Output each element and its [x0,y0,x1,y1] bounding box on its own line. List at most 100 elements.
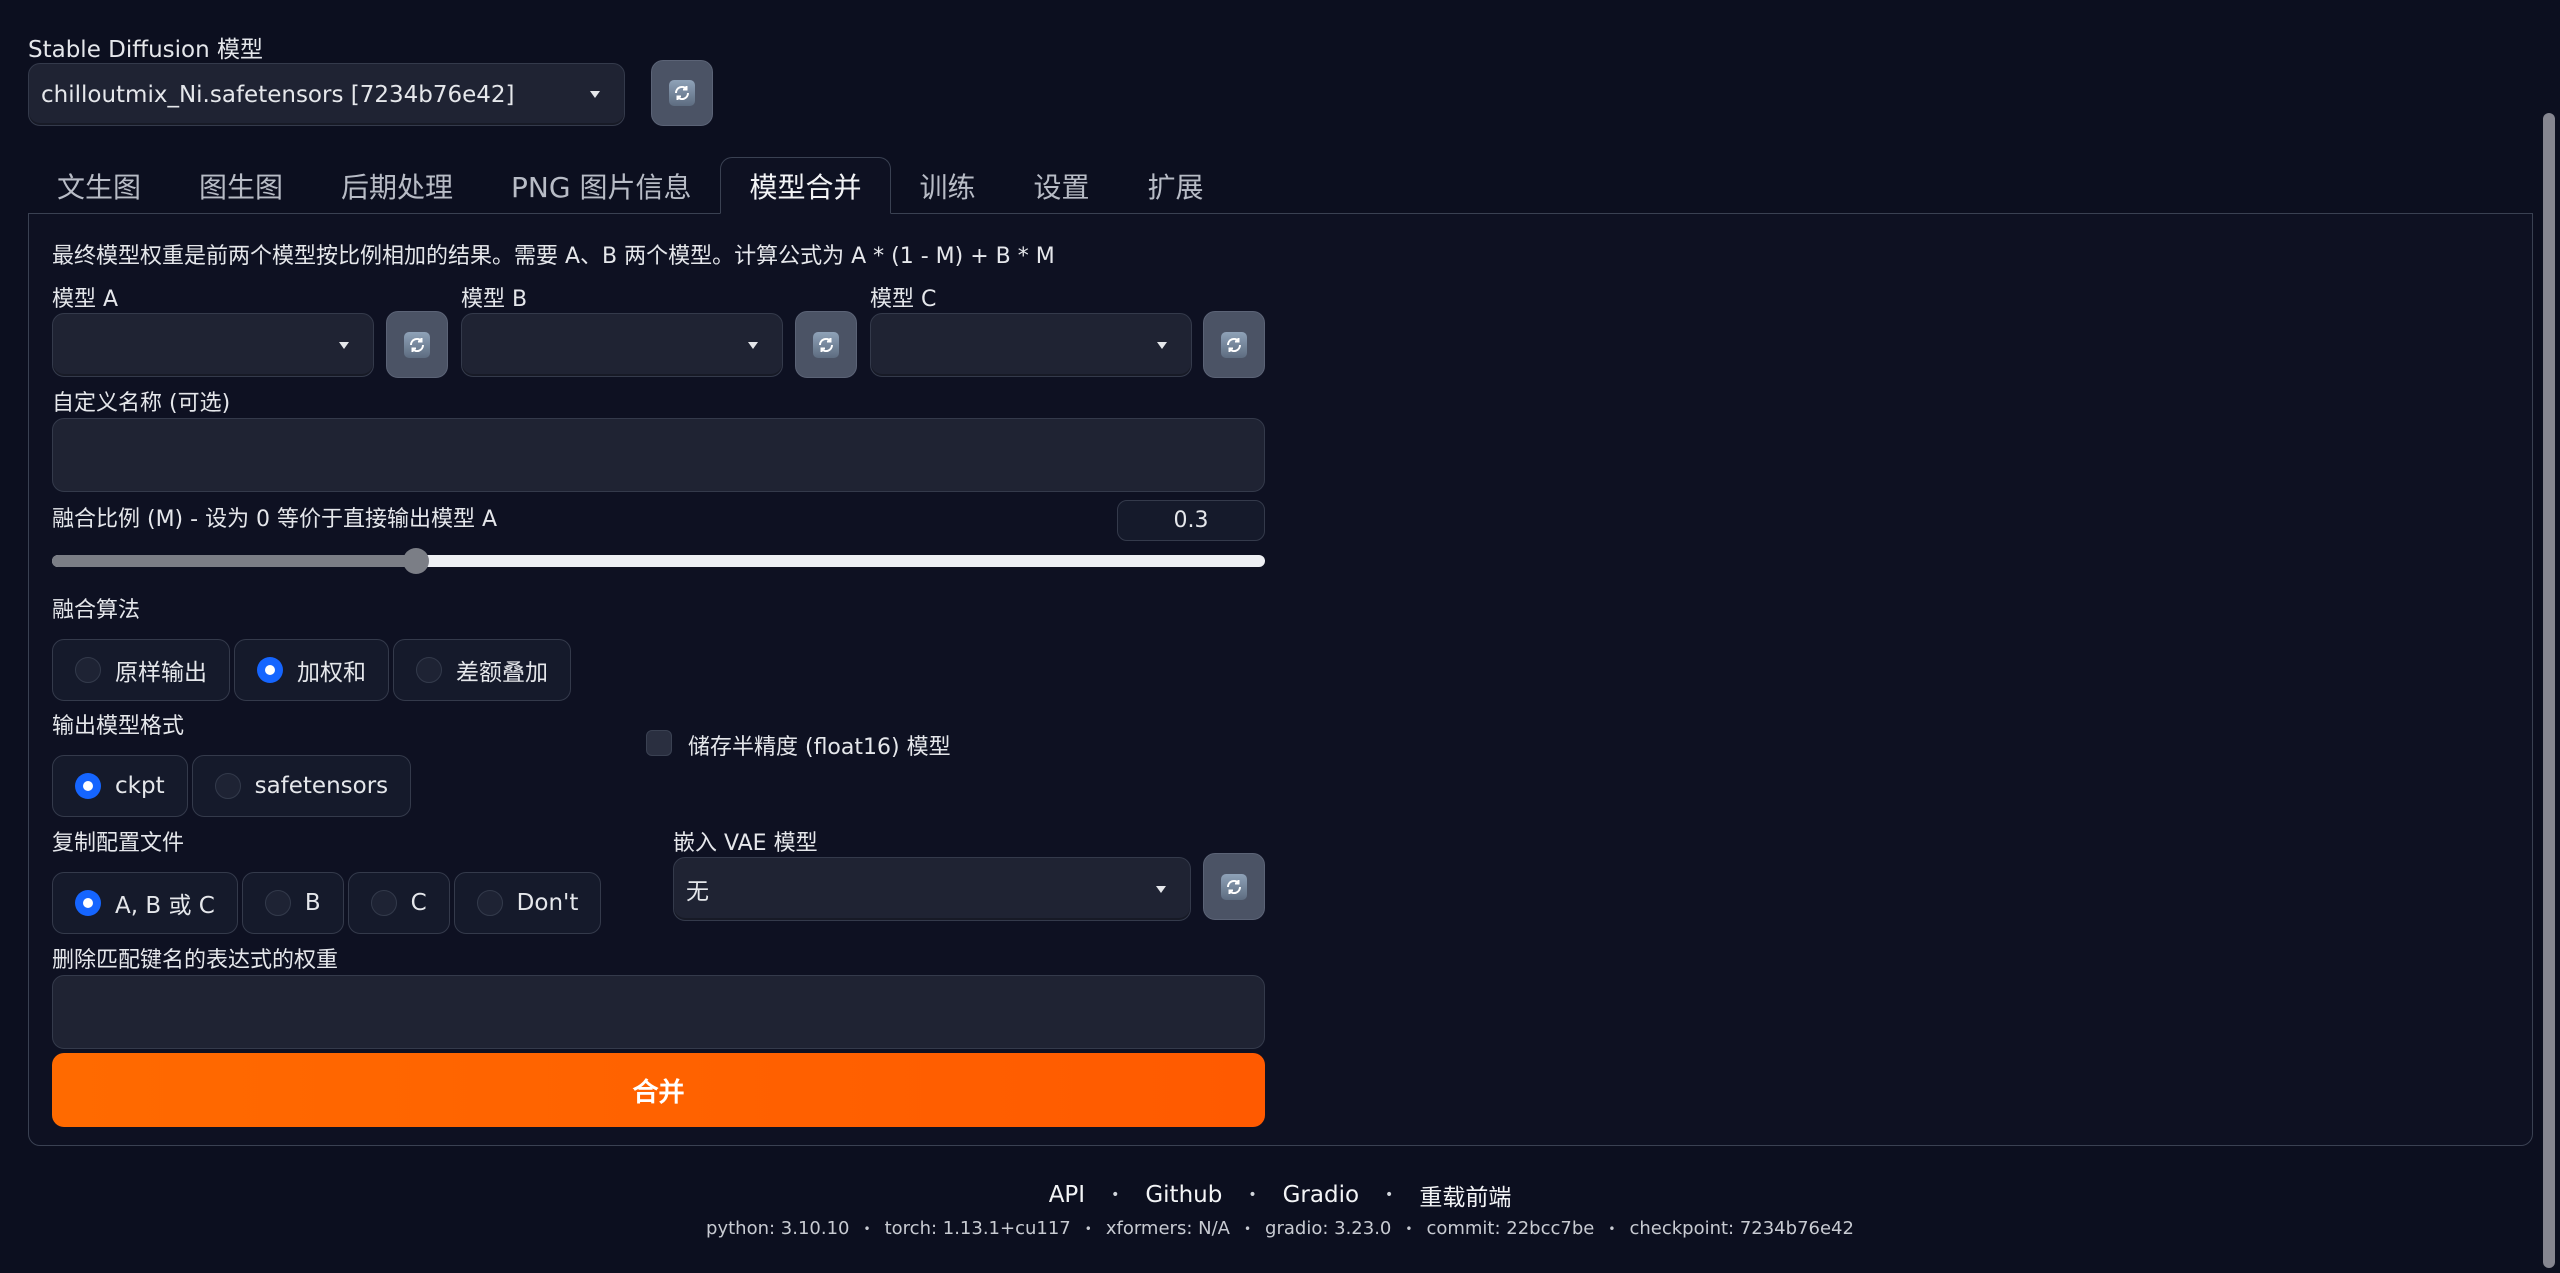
half-precision-checkbox[interactable] [646,730,672,756]
version-xformers: xformers: N/A [1105,1218,1230,1239]
format-option-safetensors[interactable]: safetensors [191,755,412,817]
algorithm-option-no-interpolation[interactable]: 原样输出 [52,639,230,701]
separator-dot: • [1243,1221,1252,1236]
format-radio-group: ckpt safetensors [52,755,412,817]
custom-name-input[interactable] [52,418,1265,492]
radio-label: 差额叠加 [456,660,548,686]
discard-weights-input[interactable] [52,975,1265,1049]
sd-model-label: Stable Diffusion 模型 [28,37,264,63]
half-precision-label: 储存半精度 (float16) 模型 [688,735,951,760]
radio-label: B [304,890,321,916]
refresh-model-b-button[interactable] [795,311,857,378]
model-b-dropdown[interactable] [461,313,783,377]
version-gradio: gradio: 3.23.0 [1265,1218,1392,1239]
ratio-number-input[interactable]: 0.3 [1117,500,1265,541]
tab-train[interactable]: 训练 [891,157,1005,214]
footer-link-reload-ui[interactable]: 重载前端 [1419,1178,1511,1212]
custom-name-label: 自定义名称 (可选) [52,391,231,416]
version-python: python: 3.10.10 [706,1218,850,1239]
separator-dot: • [1385,1187,1394,1203]
chevron-down-icon [748,341,758,349]
radio-label: C [410,890,427,916]
footer-versions: python: 3.10.10 • torch: 1.13.1+cu117 • … [0,1218,2560,1239]
algorithm-option-add-difference[interactable]: 差额叠加 [393,639,571,701]
refresh-model-c-button[interactable] [1203,311,1265,378]
chevron-down-icon [1156,885,1166,893]
chevron-down-icon [1157,341,1167,349]
main-tabs: 文生图 图生图 后期处理 PNG 图片信息 模型合并 训练 设置 扩展 [28,157,1233,214]
sd-model-dropdown[interactable]: chilloutmix_Ni.safetensors [7234b76e42] [28,63,625,126]
radio-label: safetensors [254,773,389,799]
footer-link-github[interactable]: Github [1145,1182,1222,1208]
radio-label: 原样输出 [115,660,207,686]
config-option-abc[interactable]: A, B 或 C [52,872,238,934]
config-option-c[interactable]: C [347,872,450,934]
version-commit: commit: 22bcc7be [1426,1218,1595,1239]
tab-png-info[interactable]: PNG 图片信息 [482,157,720,214]
radio-label: Don't [516,890,579,916]
separator-dot: • [1248,1187,1257,1203]
radio-label: 加权和 [297,660,366,686]
tab-settings[interactable]: 设置 [1005,157,1119,214]
refresh-icon [1221,331,1247,358]
radio-label: A, B 或 C [115,893,215,919]
refresh-icon [669,80,695,106]
radio-icon [75,890,101,916]
separator-dot: • [863,1221,871,1236]
merge-description: 最终模型权重是前两个模型按比例相加的结果。需要 A、B 两个模型。计算公式为 A… [52,244,1055,269]
format-option-ckpt[interactable]: ckpt [52,755,188,817]
config-option-dont[interactable]: Don't [453,872,602,934]
refresh-model-a-button[interactable] [386,311,448,378]
config-option-b[interactable]: B [241,872,344,934]
refresh-icon [813,331,839,358]
discard-weights-label: 删除匹配键名的表达式的权重 [52,948,339,973]
tab-txt2img[interactable]: 文生图 [28,157,170,214]
model-c-dropdown[interactable] [870,313,1192,377]
format-label: 输出模型格式 [52,714,185,739]
radio-icon [75,657,101,683]
refresh-sd-model-button[interactable] [651,60,713,126]
page-scrollbar[interactable] [2543,113,2555,1268]
ratio-slider-fill [52,555,416,567]
radio-icon [214,773,241,799]
tab-extras[interactable]: 后期处理 [312,157,482,214]
vae-label: 嵌入 VAE 模型 [673,831,818,856]
config-radio-group: A, B 或 C B C Don't [52,872,602,934]
refresh-icon [404,331,430,358]
chevron-down-icon [590,91,600,98]
radio-icon [264,890,291,916]
config-label: 复制配置文件 [52,831,185,856]
algorithm-label: 融合算法 [52,598,141,623]
model-a-dropdown[interactable] [52,313,374,377]
sd-model-value: chilloutmix_Ni.safetensors [7234b76e42] [41,81,515,108]
radio-icon [476,890,503,916]
radio-icon [416,657,442,683]
separator-dot: • [1111,1187,1120,1203]
ratio-label: 融合比例 (M) - 设为 0 等价于直接输出模型 A [52,507,498,532]
vae-dropdown[interactable]: 无 [673,857,1191,921]
radio-icon [370,890,397,916]
version-checkpoint: checkpoint: 7234b76e42 [1629,1218,1854,1239]
algorithm-option-weighted-sum[interactable]: 加权和 [234,639,389,701]
tab-img2img[interactable]: 图生图 [170,157,312,214]
radio-label: ckpt [115,773,165,799]
tab-checkpoint-merger[interactable]: 模型合并 [720,157,891,214]
model-b-label: 模型 B [461,287,528,312]
footer-link-api[interactable]: API [1049,1182,1085,1208]
separator-dot: • [1608,1221,1616,1236]
model-c-label: 模型 C [870,287,937,312]
footer-link-gradio[interactable]: Gradio [1283,1182,1359,1208]
tab-extensions[interactable]: 扩展 [1119,157,1233,214]
separator-dot: • [1405,1221,1413,1236]
refresh-vae-button[interactable] [1203,853,1265,920]
chevron-down-icon [339,341,349,349]
ratio-slider-thumb[interactable] [402,548,429,574]
refresh-icon [1221,873,1247,900]
separator-dot: • [1084,1221,1092,1236]
merge-button[interactable]: 合并 [52,1053,1265,1127]
version-torch: torch: 1.13.1+cu117 [884,1218,1071,1239]
algorithm-radio-group: 原样输出 加权和 差额叠加 [52,639,571,701]
vae-value: 无 [686,879,709,905]
model-a-label: 模型 A [52,287,119,312]
footer-links: API • Github • Gradio • 重载前端 [0,1178,2560,1212]
